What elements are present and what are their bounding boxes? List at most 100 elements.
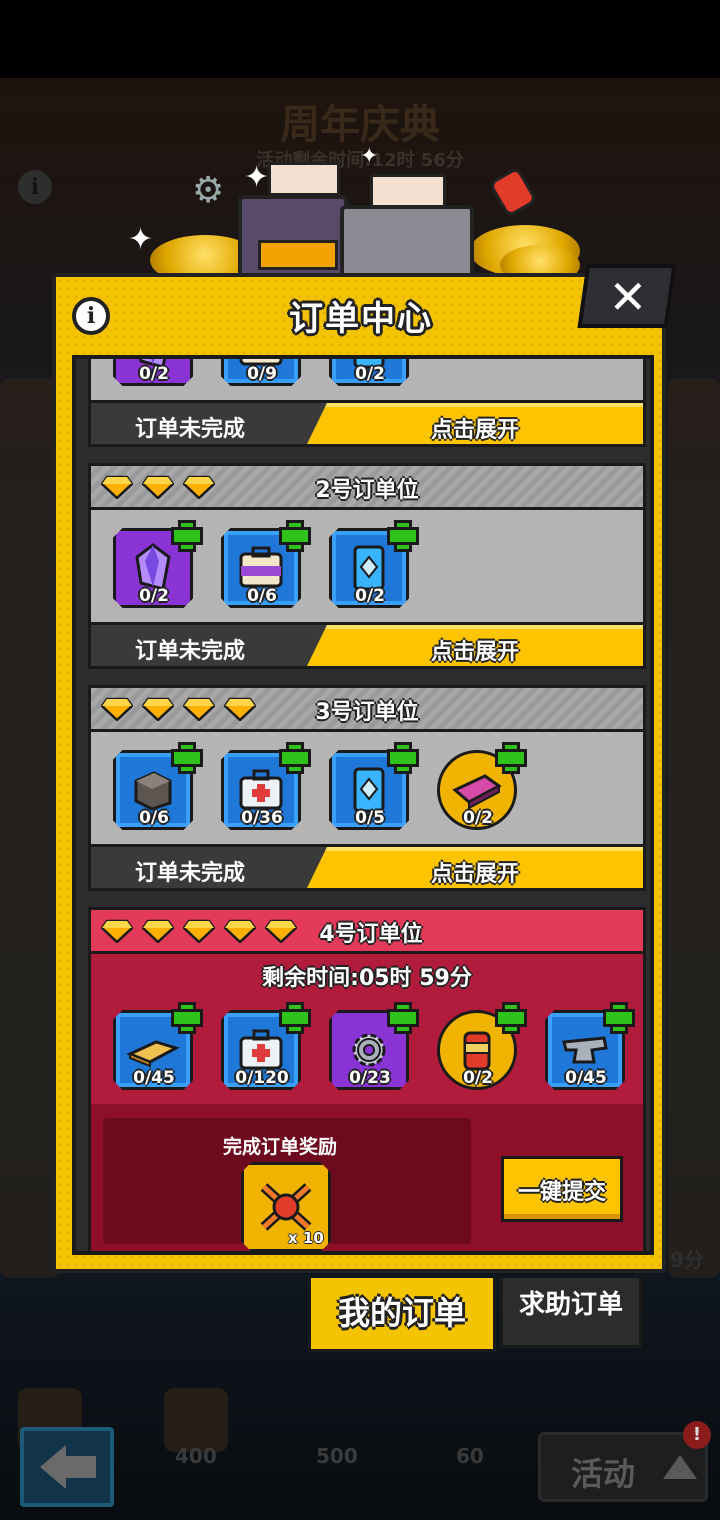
item-count: 0/2 [463, 808, 493, 828]
order-item[interactable]: 0/2 [113, 359, 195, 386]
order-item[interactable]: 0/120 [221, 1002, 311, 1090]
order-center-panel: i 订单中心 0/2 0/9 0/2 订单未完成 点击展开 2号订单位 0/2 … [52, 273, 666, 1273]
add-icon[interactable] [387, 520, 419, 552]
add-icon[interactable] [495, 1002, 527, 1034]
slot-items: 剩余时间:05时 59分 0/45 0/120 0/23 0/2 0/45 [91, 954, 643, 1104]
slot-footer: 订单未完成 点击展开 [91, 844, 643, 888]
order-item[interactable]: 0/5 [329, 742, 419, 830]
gem-icon [100, 919, 134, 944]
reward-item[interactable]: x 10 [241, 1162, 331, 1251]
close-icon: ✕ [608, 270, 648, 324]
item-count: 0/36 [241, 808, 283, 828]
expand-button[interactable]: 点击展开 [307, 403, 643, 444]
stone-cube-icon [134, 771, 172, 811]
item-count: 0/2 [139, 586, 169, 606]
add-icon[interactable] [603, 1002, 635, 1034]
order-item[interactable]: 0/9 [221, 359, 303, 386]
order-item[interactable]: 0/45 [113, 1002, 203, 1090]
order-item[interactable]: 0/2 [437, 742, 527, 830]
notification-badge: ! [683, 1421, 711, 1449]
add-icon[interactable] [279, 520, 311, 552]
caret-up-icon [663, 1455, 697, 1479]
item-count: 0/45 [565, 1068, 607, 1088]
submit-all-button[interactable]: 一键提交 [501, 1156, 623, 1222]
lunchbox-icon [239, 546, 283, 588]
order-item[interactable]: 0/6 [221, 520, 311, 608]
order-slot: 3号订单位 0/6 0/36 0/5 0/2 订单未完成 点击展开 [88, 685, 646, 891]
slot-items: 0/2 0/6 0/2 [91, 510, 643, 622]
slot-items: 0/2 0/9 0/2 [91, 359, 643, 400]
item-count: 0/45 [133, 1068, 175, 1088]
order-slot: 2号订单位 0/2 0/6 0/2 订单未完成 点击展开 [88, 463, 646, 669]
item-count: 0/2 [355, 586, 385, 606]
slot-header: 4号订单位 [91, 910, 643, 954]
order-item[interactable]: 0/2 [437, 1002, 527, 1090]
item-count: 0/6 [139, 808, 169, 828]
expand-label: 点击展开 [430, 640, 519, 665]
order-status: 订单未完成 [135, 639, 246, 664]
slot-name: 3号订单位 [315, 700, 419, 725]
tab-label: 求助订单 [518, 1290, 623, 1320]
order-item[interactable]: 0/2 [329, 520, 419, 608]
item-count: 0/120 [235, 1068, 289, 1088]
activity-label: 活动 [571, 1455, 636, 1493]
gear-icon: ⚙ [192, 170, 225, 211]
back-button[interactable] [20, 1427, 114, 1507]
first-aid-kit-icon [239, 1029, 283, 1070]
order-item[interactable]: 0/6 [113, 742, 203, 830]
add-icon[interactable] [279, 1002, 311, 1034]
submit-label: 一键提交 [517, 1180, 606, 1205]
add-icon[interactable] [495, 742, 527, 774]
add-icon[interactable] [279, 742, 311, 774]
close-button[interactable]: ✕ [577, 264, 677, 328]
slot-footer: 订单未完成 点击展开 [91, 400, 643, 444]
order-item[interactable]: 0/36 [221, 742, 311, 830]
item-count: 0/9 [247, 364, 277, 384]
first-aid-kit-icon [239, 769, 283, 810]
reward-quantity: x 10 [288, 1229, 324, 1247]
panel-title: 订单中心 [289, 299, 433, 339]
expand-button[interactable]: 点击展开 [307, 847, 643, 888]
order-item[interactable]: 0/2 [329, 359, 411, 386]
expand-label: 点击展开 [430, 862, 519, 887]
item-count: 0/23 [349, 1068, 391, 1088]
tab-my-orders[interactable]: 我的订单 [308, 1278, 496, 1352]
order-status: 订单未完成 [135, 861, 246, 886]
reward-section: 完成订单奖励 x 10 一键提交 [91, 1104, 643, 1251]
reward-box: 完成订单奖励 x 10 [103, 1118, 471, 1251]
slot-name: 4号订单位 [319, 922, 423, 947]
slot-items: 0/6 0/36 0/5 0/2 [91, 732, 643, 844]
order-list[interactable]: 0/2 0/9 0/2 订单未完成 点击展开 2号订单位 0/2 0/6 0/2… [72, 355, 654, 1255]
activity-button[interactable]: 活动 ! [538, 1421, 711, 1502]
order-slot-urgent: 4号订单位 剩余时间:05时 59分 0/45 0/120 0/23 0/2 0… [88, 907, 646, 1251]
gem-icon [141, 919, 175, 944]
arrow-left-icon [40, 1445, 66, 1489]
order-item[interactable]: 0/23 [329, 1002, 419, 1090]
anvil-icon [562, 1036, 608, 1064]
add-icon[interactable] [171, 520, 203, 552]
add-icon[interactable] [171, 1002, 203, 1034]
order-slot: 0/2 0/9 0/2 订单未完成 点击展开 [88, 359, 646, 447]
gear-icon [352, 1033, 386, 1067]
add-icon[interactable] [171, 742, 203, 774]
order-item[interactable]: 0/2 [113, 520, 203, 608]
slot-footer: 订单未完成 点击展开 [91, 622, 643, 666]
item-count: 0/5 [355, 808, 385, 828]
item-count: 0/2 [355, 364, 385, 384]
item-count: 0/6 [247, 586, 277, 606]
slot-name: 2号订单位 [315, 478, 419, 503]
slot-header: 3号订单位 [91, 688, 643, 732]
tab-label: 我的订单 [337, 1294, 466, 1332]
tab-help-orders[interactable]: 求助订单 [500, 1278, 642, 1348]
reward-label: 完成订单奖励 [223, 1136, 338, 1158]
item-count: 0/2 [463, 1068, 493, 1088]
add-icon[interactable] [387, 742, 419, 774]
order-item[interactable]: 0/45 [545, 1002, 635, 1090]
item-count: 0/2 [139, 364, 169, 384]
add-icon[interactable] [387, 1002, 419, 1034]
pink-chip-icon [452, 774, 502, 810]
expand-button[interactable]: 点击展开 [307, 625, 643, 666]
order-status: 订单未完成 [135, 417, 246, 442]
time-remaining: 剩余时间:05时 59分 [262, 966, 472, 991]
slot-header: 2号订单位 [91, 466, 643, 510]
